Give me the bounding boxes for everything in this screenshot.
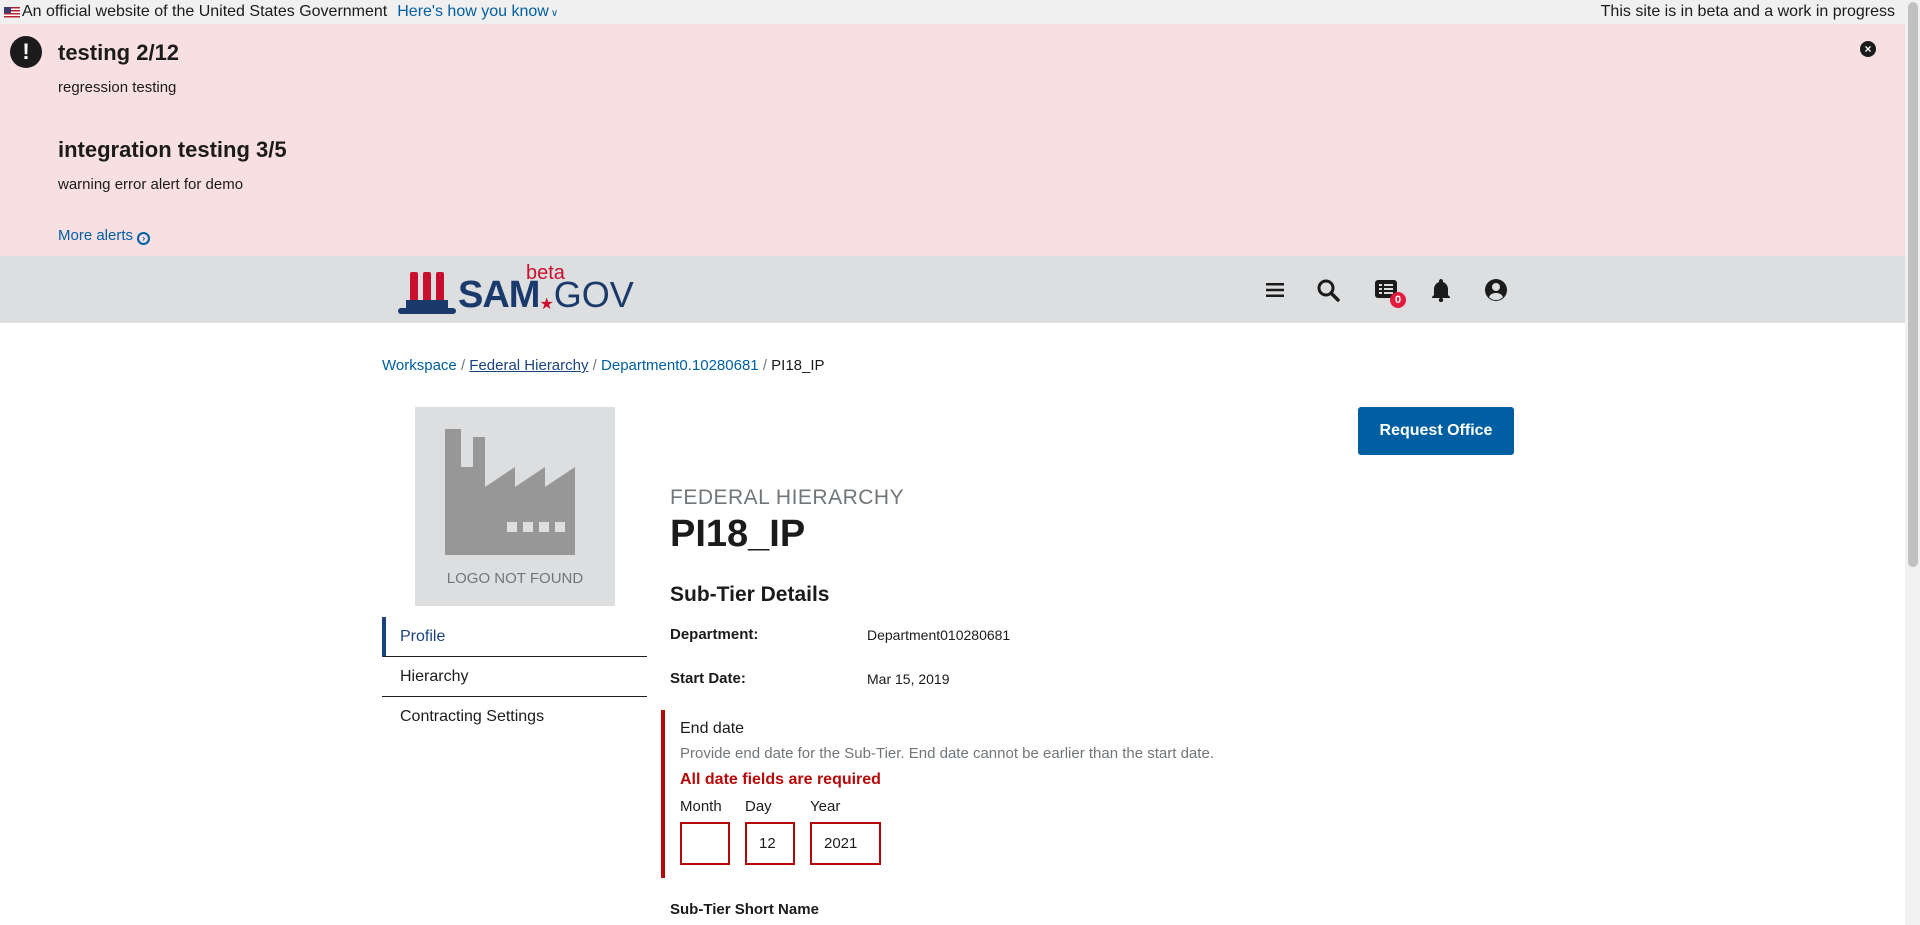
alert-body: warning error alert for demo [58, 176, 244, 193]
end-date-error-message: All date fields are required [680, 771, 881, 788]
end-date-label: End date [680, 720, 745, 737]
year-label: Year [810, 798, 841, 815]
breadcrumb-separator: / [592, 357, 597, 374]
scrollbar-thumb[interactable] [1908, 2, 1918, 567]
site-header: SAM ★ GOV beta 0 [0, 256, 1905, 323]
close-icon[interactable]: × [1860, 41, 1876, 57]
sub-tier-short-name-label: Sub-Tier Short Name [670, 901, 819, 918]
department-label: Department: [670, 626, 759, 643]
messages-count-badge: 0 [1390, 292, 1406, 308]
logo-not-found-text: LOGO NOT FOUND [446, 570, 584, 587]
side-navigation: Profile Hierarchy Contracting Settings [382, 617, 647, 737]
alert-title: integration testing 3/5 [58, 137, 287, 162]
end-date-field-group: End date Provide end date for the Sub-Ti… [661, 710, 1261, 878]
end-date-hint: Provide end date for the Sub-Tier. End d… [680, 745, 1214, 762]
how-link-label: Here's how you know [397, 3, 549, 20]
page-title: PI18_IP [670, 513, 806, 555]
breadcrumb-federal-hierarchy[interactable]: Federal Hierarchy [469, 357, 588, 374]
sam-gov-logo[interactable]: SAM ★ GOV [398, 266, 634, 314]
breadcrumb-current: PI18_IP [771, 357, 825, 374]
alert-title: testing 2/12 [58, 40, 180, 65]
uncle-sam-hat-icon [398, 270, 456, 314]
sidenav-item-contracting-settings[interactable]: Contracting Settings [382, 697, 647, 737]
factory-icon [445, 429, 575, 555]
bell-icon[interactable] [1427, 276, 1455, 304]
start-date-label: Start Date: [670, 670, 746, 687]
end-date-month-input[interactable] [680, 822, 730, 865]
sidenav-item-hierarchy[interactable]: Hierarchy [382, 657, 647, 697]
gov-banner: An official website of the United States… [0, 0, 1905, 24]
breadcrumb-workspace[interactable]: Workspace [382, 357, 457, 374]
office-logo-placeholder: LOGO NOT FOUND [415, 407, 615, 606]
page-scrollbar[interactable] [1905, 0, 1920, 925]
request-office-button[interactable]: Request Office [1358, 407, 1514, 455]
section-title: Sub-Tier Details [670, 583, 830, 606]
messages-icon[interactable]: 0 [1372, 276, 1406, 308]
alerts-panel: ! × testing 2/12 regression testing inte… [0, 24, 1905, 256]
breadcrumb-separator: / [762, 357, 767, 374]
day-label: Day [745, 798, 772, 815]
arrow-right-circle-icon: › [137, 232, 151, 245]
more-alerts-link[interactable]: More alerts › [58, 227, 151, 245]
sidenav-item-profile[interactable]: Profile [382, 617, 647, 657]
official-website-text: An official website of the United States… [22, 3, 388, 20]
us-flag-icon [4, 6, 20, 18]
end-date-year-input[interactable] [810, 822, 881, 865]
exclamation-icon: ! [10, 36, 42, 68]
breadcrumb-separator: / [460, 357, 466, 374]
beta-notice: This site is in beta and a work in progr… [1600, 3, 1895, 20]
user-icon[interactable] [1482, 276, 1510, 304]
page-eyebrow: FEDERAL HIERARCHY [670, 486, 905, 509]
breadcrumb-department[interactable]: Department0.10280681 [601, 357, 759, 374]
month-label: Month [680, 798, 722, 815]
alert-body: regression testing [58, 79, 177, 96]
chevron-down-icon: ∨ [550, 8, 559, 19]
start-date-value: Mar 15, 2019 [867, 671, 950, 687]
logo-star-icon: ★ [539, 296, 554, 313]
more-alerts-label: More alerts [58, 227, 134, 244]
menu-icon[interactable] [1261, 276, 1289, 304]
logo-gov-text: GOV [553, 274, 634, 315]
department-value: Department010280681 [867, 627, 1011, 643]
search-icon[interactable] [1314, 276, 1342, 304]
logo-beta-text: beta [526, 262, 565, 284]
heres-how-you-know-link[interactable]: Here's how you know ∨ [397, 3, 558, 21]
end-date-day-input[interactable] [745, 822, 795, 865]
breadcrumb: Workspace / Federal Hierarchy / Departme… [382, 357, 825, 374]
